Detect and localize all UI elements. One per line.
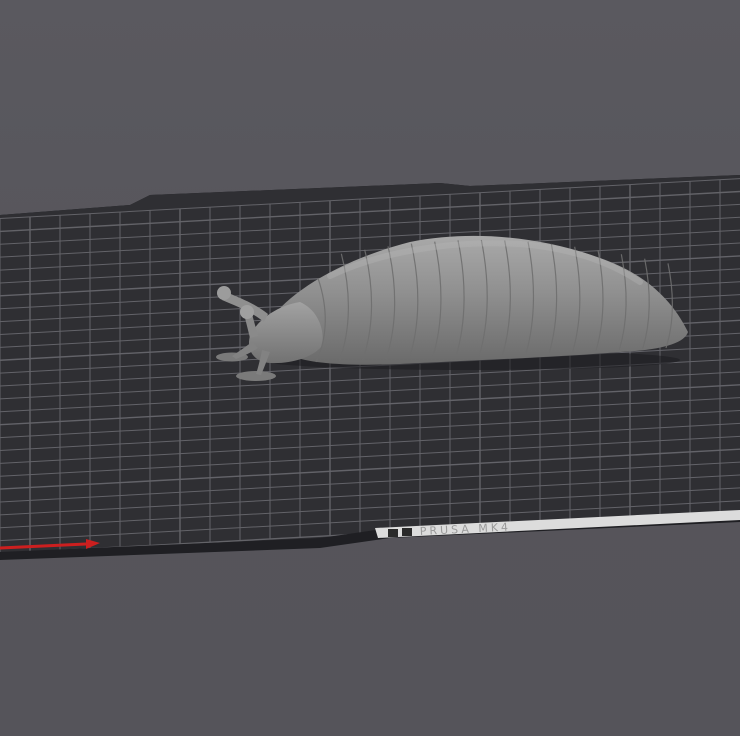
foot-pad-right: [236, 371, 276, 381]
eye-stalk-upper-tip: [217, 286, 231, 300]
3d-viewport[interactable]: PRUSA MK4: [0, 0, 740, 736]
viewport-scene[interactable]: PRUSA MK4: [0, 0, 740, 736]
eye-stalk-lower-tip: [240, 305, 254, 319]
